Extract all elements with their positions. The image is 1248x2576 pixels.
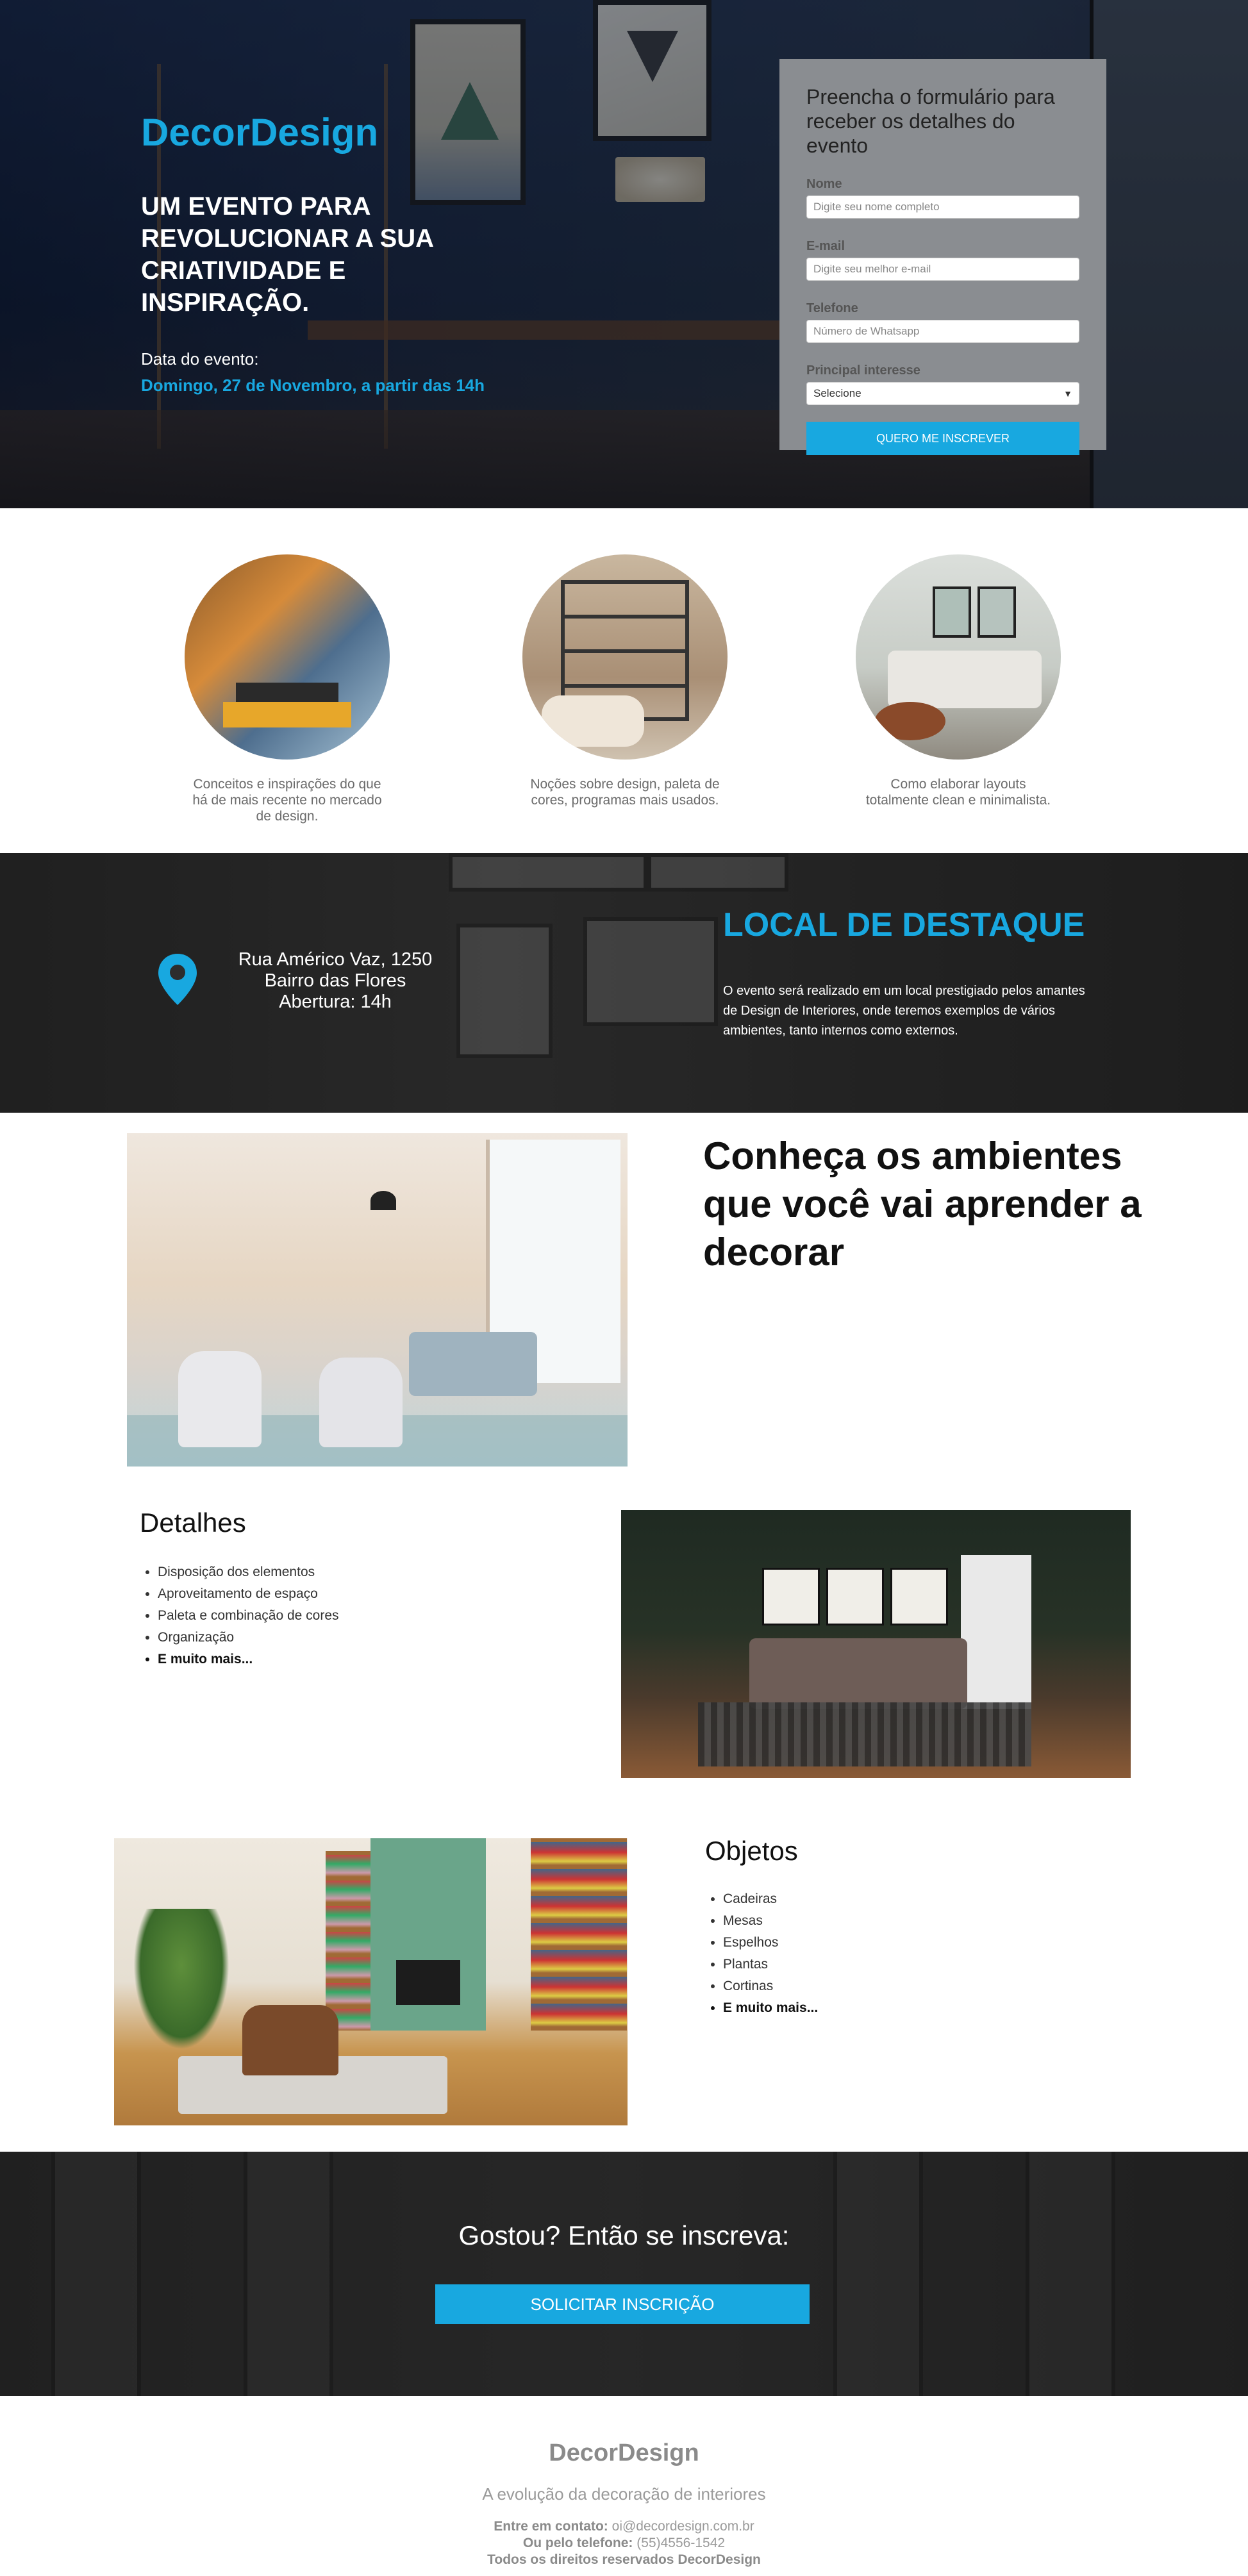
footer-brand: DecorDesign (549, 2439, 699, 2466)
cta-section: Gostou? Então se inscreva: SOLICITAR INS… (0, 2152, 1248, 2396)
footer-contact-label: Entre em contato: (494, 2519, 608, 2534)
list-item: Cortinas (723, 1975, 818, 1997)
environments-section: Conheça os ambientes que você vai aprend… (0, 1113, 1248, 2152)
details-list: Disposição dos elementos Aproveitamento … (140, 1561, 339, 1670)
subscribe-button[interactable]: QUERO ME INSCREVER (806, 422, 1079, 455)
list-item: E muito mais... (158, 1649, 339, 1670)
interest-select[interactable]: Selecione ▼ (806, 382, 1079, 405)
brand-logo: DecorDesign (141, 111, 379, 154)
list-item: Espelhos (723, 1932, 818, 1954)
request-signup-button[interactable]: SOLICITAR INSCRIÇÃO (435, 2284, 810, 2324)
list-item: Plantas (723, 1954, 818, 1975)
map-pin-icon (158, 954, 197, 1005)
email-label: E-mail (806, 239, 845, 253)
location-description: O evento será realizado em um local pres… (723, 984, 1085, 1038)
footer-contact-email[interactable]: oi@decordesign.com.br (612, 2519, 754, 2534)
feature-image-office (185, 554, 390, 760)
cta-title: Gostou? Então se inscreva: (458, 2220, 790, 2250)
feature-card: Como elaborar layouts totalmente clean e… (853, 554, 1064, 808)
signup-form: Preencha o formulário para receber os de… (779, 59, 1106, 455)
list-item: Cadeiras (723, 1888, 818, 1910)
objects-list: Cadeiras Mesas Espelhos Plantas Cortinas… (705, 1888, 818, 2019)
objects-title: Objetos (705, 1836, 798, 1866)
environments-title: Conheça os ambientes que você vai aprend… (703, 1134, 1142, 1274)
interest-label: Principal interesse (806, 363, 920, 378)
feature-card: Conceitos e inspirações do que há de mai… (181, 554, 393, 824)
location-address: Rua Américo Vaz, 1250 Bairro das Flores … (229, 949, 441, 1013)
feature-card: Noções sobre design, paleta de cores, pr… (519, 554, 731, 808)
list-item: Mesas (723, 1910, 818, 1932)
footer-contact: Entre em contato: oi@decordesign.com.br (0, 2519, 1248, 2534)
location-title: LOCAL DE DESTAQUE (723, 906, 1085, 943)
feature-text: Como elaborar layouts totalmente clean e… (865, 777, 1051, 808)
footer-phone-number: (55)4556-1542 (636, 2536, 726, 2550)
address-opening: Abertura: 14h (279, 992, 392, 1012)
footer-rights-text: Todos os direitos reservados DecorDesign (487, 2552, 761, 2567)
phone-label: Telefone (806, 301, 858, 315)
footer-phone: Ou pelo telefone: (55)4556-1542 (0, 2536, 1248, 2551)
list-item: E muito mais... (723, 1997, 818, 2019)
details-title: Detalhes (140, 1508, 246, 1538)
hero-content: DecorDesign UM EVENTO PARA REVOLUCIONAR … (141, 110, 500, 395)
footer-phone-label: Ou pelo telefone: (522, 2536, 633, 2550)
feature-image-living-room (856, 554, 1061, 760)
environment-image-reading-room (114, 1838, 628, 2125)
feature-text: Noções sobre design, paleta de cores, pr… (530, 777, 720, 808)
address-district: Bairro das Flores (264, 970, 406, 991)
phone-field[interactable]: Número de Whatsapp (806, 320, 1079, 343)
list-item: Organização (158, 1627, 339, 1649)
name-label: Nome (806, 177, 842, 191)
list-item: Disposição dos elementos (158, 1561, 339, 1583)
environment-image-living-room (621, 1510, 1131, 1778)
footer: DecorDesign A evolução da decoração de i… (0, 2396, 1248, 2575)
event-date: Domingo, 27 de Novembro, a partir das 14… (141, 376, 485, 395)
chevron-down-icon: ▼ (1063, 388, 1072, 399)
hero-section: DecorDesign UM EVENTO PARA REVOLUCIONAR … (0, 0, 1248, 508)
location-section: Rua Américo Vaz, 1250 Bairro das Flores … (0, 853, 1248, 1113)
address-street: Rua Américo Vaz, 1250 (238, 949, 433, 970)
event-date-label: Data do evento: (141, 349, 259, 369)
name-field[interactable]: Digite seu nome completo (806, 195, 1079, 219)
list-item: Aproveitamento de espaço (158, 1583, 339, 1605)
form-title: Preencha o formulário para receber os de… (806, 85, 1055, 157)
feature-image-bookshelf (522, 554, 728, 760)
hero-title: UM EVENTO PARA REVOLUCIONAR A SUA CRIATI… (141, 192, 433, 317)
features-section: Conceitos e inspirações do que há de mai… (0, 508, 1248, 853)
list-item: Paleta e combinação de cores (158, 1605, 339, 1627)
environment-image-lounge (127, 1133, 628, 1467)
email-field[interactable]: Digite seu melhor e-mail (806, 258, 1079, 281)
feature-text: Conceitos e inspirações do que há de mai… (192, 777, 382, 824)
footer-rights: Todos os direitos reservados DecorDesign (0, 2552, 1248, 2568)
footer-tagline: A evolução da decoração de interiores (482, 2484, 766, 2504)
interest-select-value: Selecione (813, 387, 861, 399)
